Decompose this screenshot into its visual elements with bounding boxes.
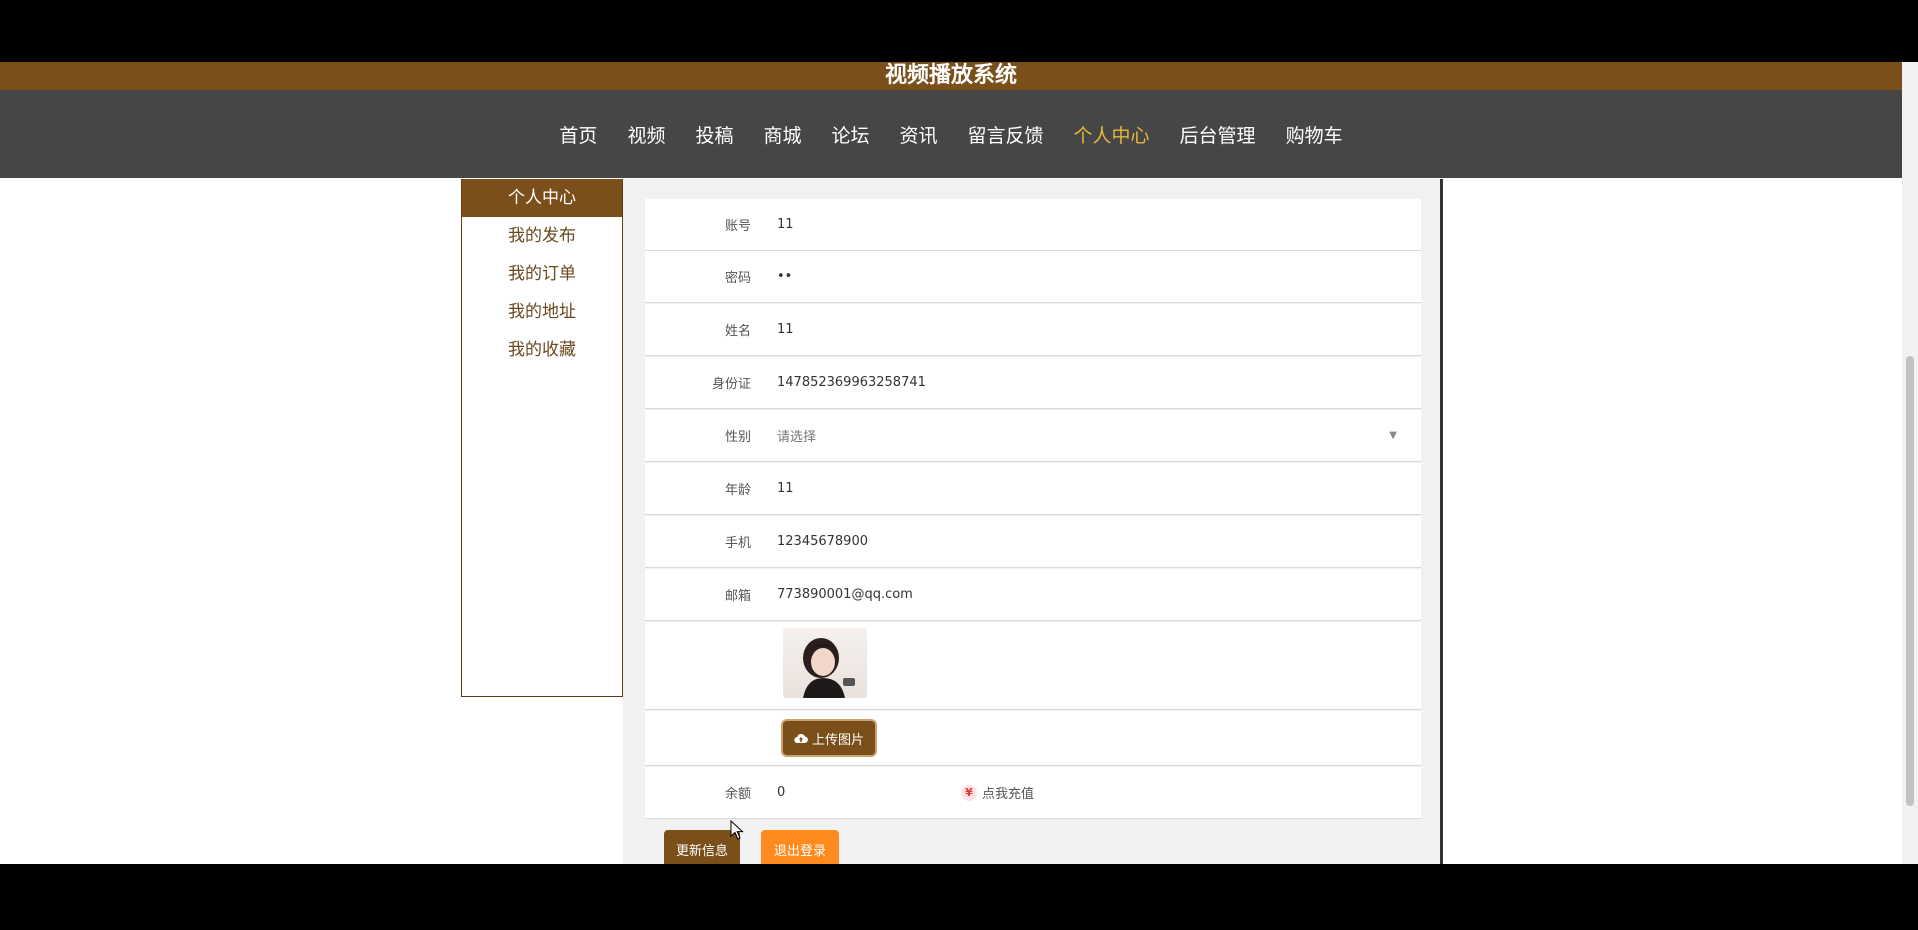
nav-item-mall[interactable]: 商城 <box>748 121 816 148</box>
nav-item-forum[interactable]: 论坛 <box>816 121 884 148</box>
password-label: 密码 <box>724 271 751 286</box>
site-title: 视频播放系统 <box>0 62 1902 90</box>
vertical-scrollbar[interactable] <box>1902 62 1918 864</box>
id-card-input[interactable]: 147852369963258741 <box>771 375 1421 390</box>
email-label: 邮箱 <box>724 589 751 604</box>
update-info-button[interactable]: 更新信息 <box>664 830 740 864</box>
name-label: 姓名 <box>724 324 751 339</box>
name-input[interactable]: 11 <box>771 322 1421 337</box>
nav-item-feedback[interactable]: 留言反馈 <box>953 121 1059 148</box>
logout-button[interactable]: 退出登录 <box>761 830 839 864</box>
email-input[interactable]: 773890001@qq.com <box>771 587 1421 602</box>
recharge-label: 点我充值 <box>982 787 1035 802</box>
nav-item-personal-center[interactable]: 个人中心 <box>1059 121 1165 148</box>
account-label: 账号 <box>724 219 751 234</box>
sidebar-item-my-posts[interactable]: 我的发布 <box>462 217 622 255</box>
upload-image-button[interactable]: 上传图片 <box>781 719 877 757</box>
nav-item-submit[interactable]: 投稿 <box>680 121 748 148</box>
sidebar-item-personal-center[interactable]: 个人中心 <box>462 179 622 217</box>
sidebar-item-my-address[interactable]: 我的地址 <box>462 293 622 331</box>
upload-row: 上传图片 <box>645 711 1421 766</box>
page: 视频播放系统 首页 视频 投稿 商城 论坛 资讯 留言反馈 个人中心 后台管理 … <box>0 62 1902 864</box>
balance-row: 余额 0 ¥ 点我充值 <box>645 767 1421 819</box>
age-row: 年龄 11 <box>645 463 1421 515</box>
sidebar: 个人中心 我的发布 我的订单 我的地址 我的收藏 <box>461 179 623 697</box>
nav-item-video[interactable]: 视频 <box>612 121 680 148</box>
avatar-photo <box>803 638 855 698</box>
scrollbar-thumb[interactable] <box>1906 356 1914 806</box>
age-input[interactable]: 11 <box>771 481 1421 496</box>
sidebar-item-my-orders[interactable]: 我的订单 <box>462 255 622 293</box>
phone-label: 手机 <box>724 536 751 551</box>
top-nav: 首页 视频 投稿 商城 论坛 资讯 留言反馈 个人中心 后台管理 购物车 <box>0 90 1902 178</box>
yen-icon: ¥ <box>961 784 977 801</box>
age-label: 年龄 <box>724 483 751 498</box>
id-card-label: 身份证 <box>711 377 751 392</box>
cloud-upload-icon <box>794 733 808 744</box>
avatar-row <box>645 622 1421 710</box>
gender-label: 性别 <box>724 430 751 445</box>
nav-item-cart[interactable]: 购物车 <box>1271 121 1358 148</box>
profile-form-panel: 账号 11 密码 •• 姓名 11 身份证 147852369963258741… <box>623 179 1443 864</box>
gender-row: 性别 请选择 ▼ <box>645 410 1421 462</box>
recharge-link[interactable]: ¥ 点我充值 <box>961 783 1034 802</box>
name-row: 姓名 11 <box>645 304 1421 356</box>
avatar <box>783 628 867 698</box>
mouse-cursor-icon <box>730 820 744 840</box>
account-row: 账号 11 <box>645 199 1421 251</box>
password-row: 密码 •• <box>645 251 1421 303</box>
phone-row: 手机 12345678900 <box>645 516 1421 568</box>
nav-item-news[interactable]: 资讯 <box>885 121 953 148</box>
phone-input[interactable]: 12345678900 <box>771 534 1421 549</box>
id-card-row: 身份证 147852369963258741 <box>645 357 1421 409</box>
sidebar-item-my-favorites[interactable]: 我的收藏 <box>462 331 622 369</box>
password-input[interactable]: •• <box>771 269 1421 284</box>
email-row: 邮箱 773890001@qq.com <box>645 569 1421 621</box>
balance-value: 0 <box>777 785 786 800</box>
nav-item-admin[interactable]: 后台管理 <box>1165 121 1271 148</box>
account-input[interactable]: 11 <box>771 217 1421 232</box>
chevron-down-icon: ▼ <box>1389 430 1397 441</box>
balance-label: 余额 <box>724 787 751 802</box>
gender-select[interactable]: 请选择 <box>771 426 1421 445</box>
nav-item-home[interactable]: 首页 <box>544 121 612 148</box>
upload-image-label: 上传图片 <box>811 732 864 748</box>
